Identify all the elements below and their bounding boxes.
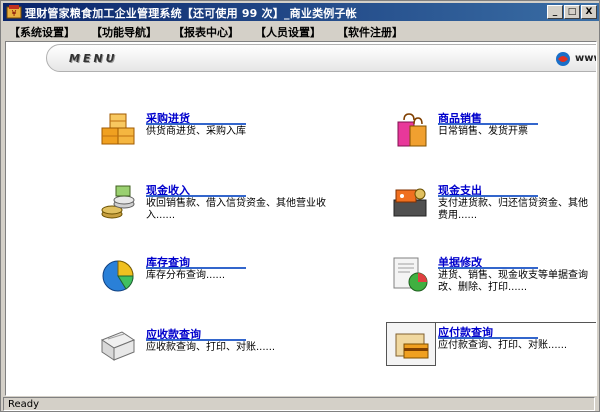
- window-title: 理财管家粮食加工企业管理系统【还可使用 99 次】_商业类例子帐: [25, 7, 357, 20]
- main-content: MENU www. 采购进货 供货商进货、采购入库 商品销售 日常销售、: [5, 41, 597, 396]
- title-bar[interactable]: ¥ 理财管家粮食加工企业管理系统【还可使用 99 次】_商业类例子帐 _ □ X: [3, 3, 599, 21]
- boxes-icon[interactable]: [98, 110, 138, 150]
- stock-underline: [146, 267, 246, 269]
- purchase-underline: [146, 123, 246, 125]
- app-window: ¥ 理财管家粮食加工企业管理系统【还可使用 99 次】_商业类例子帐 _ □ X…: [0, 0, 600, 412]
- doc-edit-desc: 进货、销售、现金收支等单据查询改、删除、打印......: [438, 270, 588, 293]
- sales-desc: 日常销售、发货开票: [438, 126, 528, 137]
- status-panel: Ready: [3, 397, 595, 411]
- notebook-icon[interactable]: [98, 326, 138, 366]
- svg-text:¥: ¥: [11, 9, 16, 18]
- stock-desc: 库存分布查询......: [146, 270, 226, 281]
- purchase-desc: 供货商进货、采购入库: [146, 126, 246, 137]
- cash-in-desc: 收回销售款、借入信贷资金、其他营业收入......: [146, 198, 326, 221]
- cash-out-underline: [438, 195, 538, 197]
- status-text: Ready: [8, 399, 40, 410]
- menu-function-nav[interactable]: 【功能导航】: [91, 24, 157, 40]
- wallet-cash-icon[interactable]: [390, 182, 430, 222]
- doc-edit-underline: [438, 267, 538, 269]
- payable-desc: 应付款查询、打印、对账......: [438, 340, 568, 351]
- payable-underline: [438, 337, 538, 339]
- menu-bar: 【系统设置】 【功能导航】 【报表中心】 【人员设置】 【软件注册】: [3, 22, 599, 40]
- banner-menu-text: MENU: [69, 52, 118, 65]
- logo-icon: [556, 52, 570, 66]
- sales-underline: [438, 123, 538, 125]
- close-button[interactable]: X: [581, 5, 597, 19]
- receivable-underline: [146, 339, 246, 341]
- menu-personnel-settings[interactable]: 【人员设置】: [255, 24, 321, 40]
- banner-www: www.: [575, 53, 596, 64]
- status-bar: Ready: [3, 397, 599, 411]
- shopping-bags-icon[interactable]: [390, 110, 430, 150]
- app-icon: ¥: [6, 5, 22, 19]
- menu-banner: MENU www.: [46, 44, 596, 72]
- maximize-button[interactable]: □: [564, 5, 580, 19]
- card-folder-icon[interactable]: [392, 326, 432, 366]
- pie-chart-icon[interactable]: [98, 254, 138, 294]
- minimize-button[interactable]: _: [547, 5, 563, 19]
- cash-in-underline: [146, 195, 246, 197]
- cash-out-desc: 支付进货款、归还信贷资金、其他费用......: [438, 198, 588, 221]
- menu-report-center[interactable]: 【报表中心】: [173, 24, 239, 40]
- coins-icon[interactable]: [98, 182, 138, 222]
- document-chart-icon[interactable]: [390, 254, 430, 294]
- menu-software-register[interactable]: 【软件注册】: [337, 24, 403, 40]
- menu-system-settings[interactable]: 【系统设置】: [9, 24, 75, 40]
- receivable-desc: 应收款查询、打印、对账......: [146, 342, 276, 353]
